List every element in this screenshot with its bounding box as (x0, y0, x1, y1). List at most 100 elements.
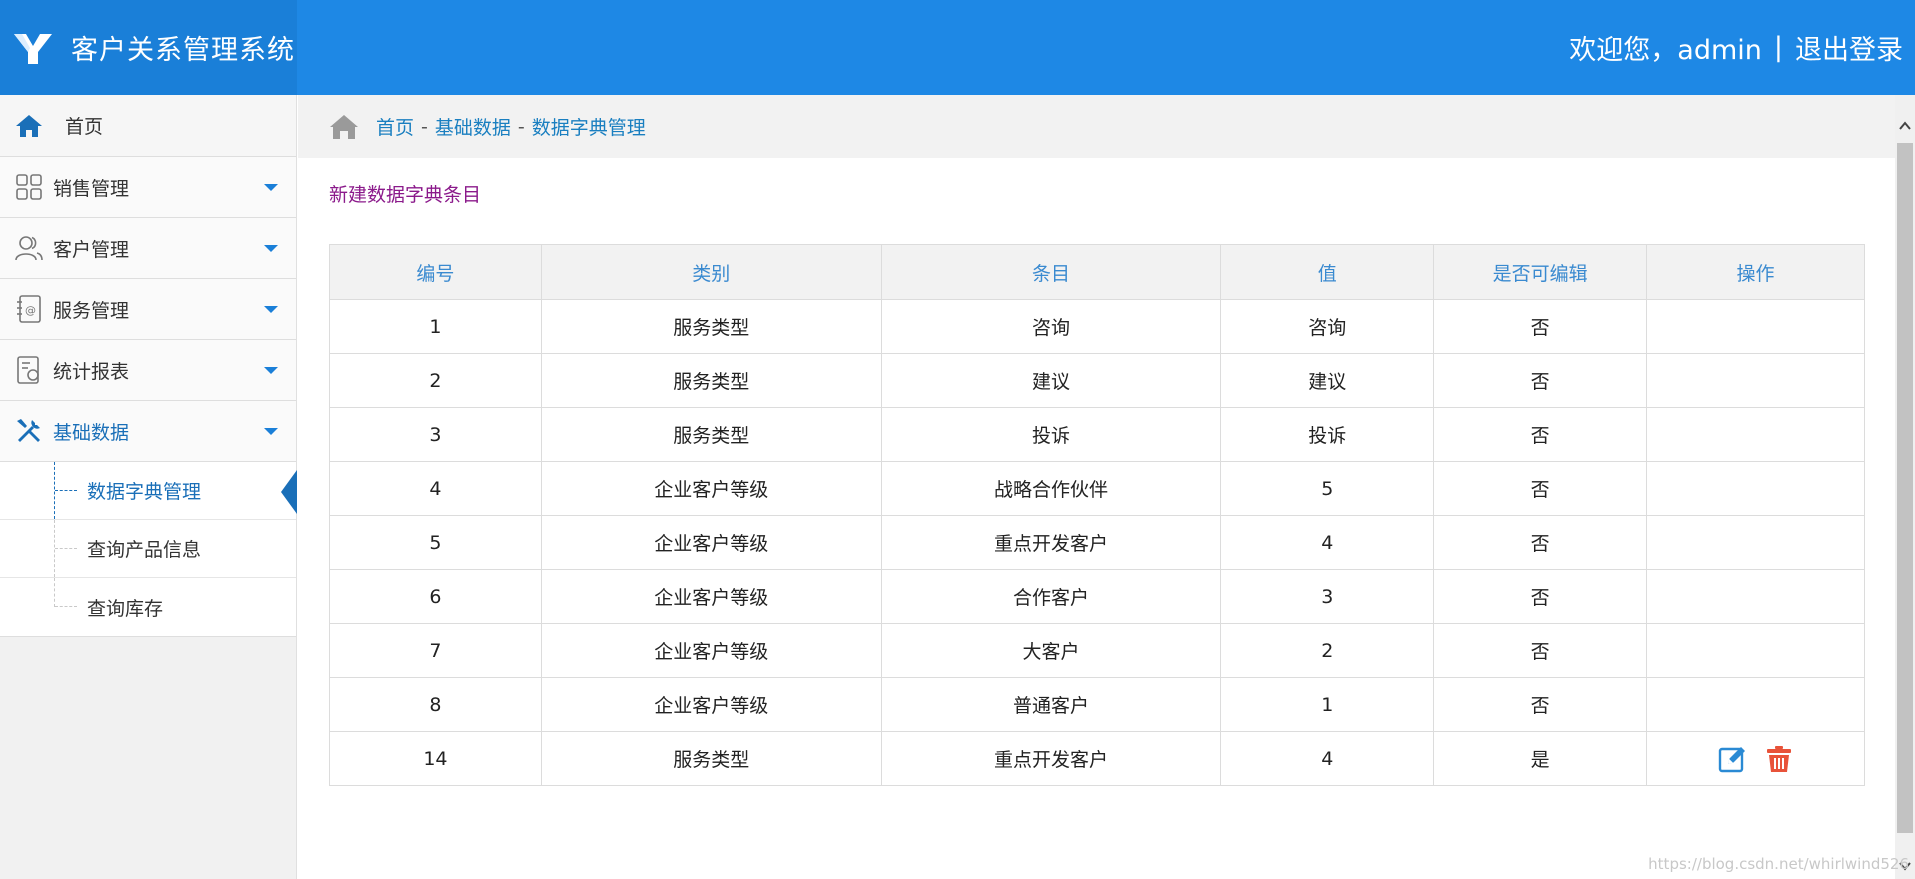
sidebar-item-label: 销售管理 (53, 177, 130, 200)
users-icon (13, 232, 45, 264)
sidebar-item-customers[interactable]: 客户管理 (0, 218, 296, 279)
sidebar-subitem-stock[interactable]: 查询库存 (0, 578, 296, 636)
main-content: 新建数据字典条目 编号 类别 条目 值 是否可编辑 操作 1 服务类型 咨询 咨… (298, 158, 1895, 879)
vertical-scrollbar[interactable] (1895, 95, 1915, 879)
cell-value: 咨询 (1220, 299, 1435, 354)
tree-branch (55, 548, 77, 549)
table-row: 5 企业客户等级 重点开发客户 4 否 (329, 515, 1865, 570)
sidebar-subitem-label: 数据字典管理 (87, 481, 202, 503)
svg-text:@: @ (25, 304, 36, 317)
row-actions (1647, 732, 1864, 785)
sidebar-item-label: 基础数据 (53, 421, 130, 444)
chevron-down-icon (264, 306, 278, 313)
cell-actions (1646, 515, 1865, 570)
table-header-row: 编号 类别 条目 值 是否可编辑 操作 (329, 244, 1865, 300)
sidebar-submenu: 数据字典管理 查询产品信息 查询库存 (0, 462, 297, 637)
cell-id: 6 (329, 569, 542, 624)
cell-actions (1646, 299, 1865, 354)
cell-value: 3 (1220, 569, 1435, 624)
column-header-item: 条目 (880, 244, 1222, 300)
cell-item: 合作客户 (880, 569, 1222, 624)
sidebar-item-basic-data[interactable]: 基础数据 (0, 401, 296, 462)
breadcrumb-item-dictionary[interactable]: 数据字典管理 (532, 113, 646, 140)
cell-id: 14 (329, 731, 542, 786)
cell-type: 企业客户等级 (540, 677, 882, 732)
edit-icon[interactable] (1718, 744, 1748, 774)
sidebar-item-label: 首页 (65, 116, 104, 138)
cell-editable: 否 (1433, 569, 1648, 624)
column-header-type: 类别 (540, 244, 882, 300)
report-icon (13, 354, 45, 386)
cell-value: 2 (1220, 623, 1435, 678)
cell-id: 7 (329, 623, 542, 678)
app-title: 客户关系管理系统 (71, 35, 295, 66)
cell-actions (1646, 461, 1865, 516)
chevron-down-icon (264, 184, 278, 191)
cell-item: 普通客户 (880, 677, 1222, 732)
home-icon (330, 114, 358, 139)
cell-type: 企业客户等级 (540, 515, 882, 570)
cell-id: 3 (329, 407, 542, 462)
cell-editable: 是 (1433, 731, 1648, 786)
active-indicator (281, 470, 297, 514)
cell-item: 重点开发客户 (880, 731, 1222, 786)
column-header-actions: 操作 (1646, 244, 1865, 300)
sidebar-item-sales[interactable]: 销售管理 (0, 157, 296, 218)
cell-type: 服务类型 (540, 299, 882, 354)
table-row: 3 服务类型 投诉 投诉 否 (329, 407, 1865, 462)
sidebar-subitem-label: 查询产品信息 (87, 539, 202, 561)
cell-actions (1646, 677, 1865, 732)
brand: 客户关系管理系统 (0, 0, 297, 95)
delete-icon[interactable] (1764, 744, 1794, 774)
cell-editable: 否 (1433, 407, 1648, 462)
cell-type: 企业客户等级 (540, 623, 882, 678)
cell-id: 2 (329, 353, 542, 408)
sidebar-item-service[interactable]: @ 服务管理 (0, 279, 296, 340)
cell-type: 服务类型 (540, 731, 882, 786)
table-row: 8 企业客户等级 普通客户 1 否 (329, 677, 1865, 732)
sidebar-item-reports[interactable]: 统计报表 (0, 340, 296, 401)
sidebar-item-home[interactable]: 首页 (0, 95, 296, 157)
dictionary-table: 编号 类别 条目 值 是否可编辑 操作 1 服务类型 咨询 咨询 否 2 服务类… (329, 244, 1865, 786)
breadcrumb-item-basic-data[interactable]: 基础数据 (435, 113, 511, 140)
breadcrumb-item-home[interactable]: 首页 (376, 113, 414, 140)
user-area: 欢迎您，admin | 退出登录 (1569, 0, 1903, 95)
sidebar-subitem-label: 查询库存 (87, 597, 164, 620)
cell-actions (1646, 353, 1865, 408)
logout-link[interactable]: 退出登录 (1795, 28, 1903, 67)
sidebar-subitem-products[interactable]: 查询产品信息 (0, 520, 296, 578)
cell-editable: 否 (1433, 353, 1648, 408)
table-row: 7 企业客户等级 大客户 2 否 (329, 623, 1865, 678)
cell-editable: 否 (1433, 461, 1648, 516)
breadcrumb-separator: - (421, 115, 428, 138)
cell-item: 咨询 (880, 299, 1222, 354)
cell-value: 5 (1220, 461, 1435, 516)
top-header: 客户关系管理系统 欢迎您，admin | 退出登录 (0, 0, 1915, 95)
cell-value: 投诉 (1220, 407, 1435, 462)
cell-type: 企业客户等级 (540, 569, 882, 624)
sidebar-item-label: 客户管理 (53, 238, 130, 261)
cell-value: 4 (1220, 515, 1435, 570)
scrollbar-thumb[interactable] (1897, 143, 1913, 833)
cell-actions (1646, 623, 1865, 678)
cell-item: 重点开发客户 (880, 515, 1222, 570)
contacts-book-icon: @ (13, 293, 45, 325)
tree-branch (55, 490, 77, 491)
sidebar-subitem-dictionary[interactable]: 数据字典管理 (0, 462, 297, 520)
table-row: 4 企业客户等级 战略合作伙伴 5 否 (329, 461, 1865, 516)
welcome-text: 欢迎您，admin (1569, 35, 1762, 66)
sidebar-item-label: 统计报表 (53, 360, 130, 383)
breadcrumb: 首页 - 基础数据 - 数据字典管理 (298, 95, 1895, 158)
brand-y-logo-icon (14, 33, 52, 64)
cell-type: 服务类型 (540, 353, 882, 408)
watermark: https://blog.csdn.net/whirlwind526 (1648, 855, 1909, 873)
header-separator: | (1773, 32, 1783, 63)
table-row: 2 服务类型 建议 建议 否 (329, 353, 1865, 408)
cell-editable: 否 (1433, 299, 1648, 354)
cell-editable: 否 (1433, 623, 1648, 678)
new-dictionary-entry-link[interactable]: 新建数据字典条目 (329, 180, 481, 207)
chevron-up-icon[interactable] (1898, 119, 1912, 133)
cell-editable: 否 (1433, 515, 1648, 570)
tree-branch (55, 606, 77, 607)
cell-item: 战略合作伙伴 (880, 461, 1222, 516)
